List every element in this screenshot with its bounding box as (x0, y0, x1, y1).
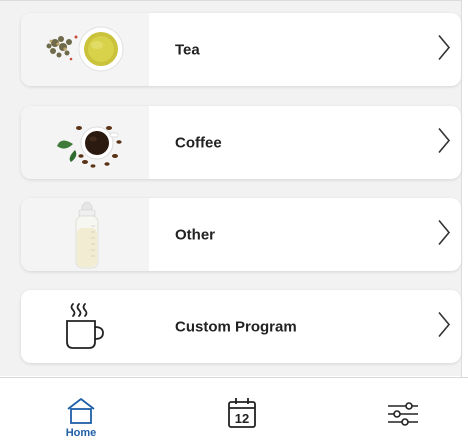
bottom-nav: Home 12 (0, 378, 468, 444)
nav-schedule[interactable]: 12 (202, 378, 282, 444)
menu-item-label: Coffee (175, 134, 222, 151)
scroll-edge (461, 0, 462, 378)
top-divider (0, 0, 462, 1)
baby-bottle-image (21, 198, 149, 271)
chevron-right-icon (437, 218, 451, 251)
nav-home-label: Home (65, 427, 97, 439)
chevron-right-icon (437, 126, 451, 159)
home-icon (67, 398, 95, 424)
app-screen: Tea Coffee Other Custom Program Home 12 (0, 0, 468, 444)
menu-item-tea[interactable]: Tea (21, 13, 461, 86)
coffee-cup-image (21, 106, 149, 179)
chevron-right-icon (437, 310, 451, 343)
menu-item-label: Tea (175, 41, 200, 58)
menu-item-label: Other (175, 226, 216, 243)
steaming-cup-icon (21, 290, 149, 363)
tea-cup-image (21, 13, 149, 86)
menu-item-label: Custom Program (175, 318, 297, 335)
menu-item-custom-program[interactable]: Custom Program (21, 290, 461, 363)
sliders-icon (388, 402, 418, 426)
chevron-right-icon (437, 33, 451, 66)
menu-item-coffee[interactable]: Coffee (21, 106, 461, 179)
menu-list: Tea Coffee Other Custom Program (0, 0, 461, 376)
nav-settings[interactable] (362, 378, 442, 444)
calendar-day: 12 (235, 411, 249, 426)
calendar-icon: 12 (228, 398, 256, 428)
menu-item-other[interactable]: Other (21, 198, 461, 271)
nav-home[interactable]: Home (41, 378, 121, 444)
